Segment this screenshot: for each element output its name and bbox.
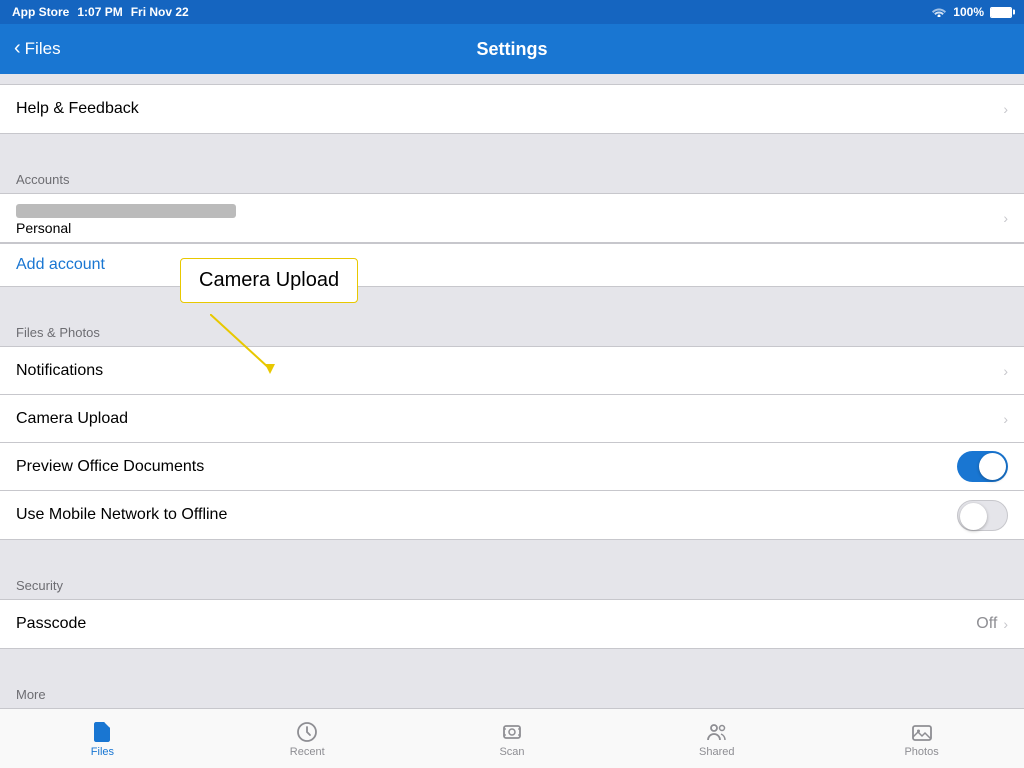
tab-scan[interactable]: Scan (410, 714, 615, 764)
personal-label: Personal (16, 220, 236, 236)
add-account-label: Add account (16, 256, 105, 274)
tooltip-arrow-svg (210, 314, 330, 374)
battery-label: 100% (953, 5, 984, 19)
tooltip-callout: Camera Upload (180, 258, 358, 303)
preview-office-toggle[interactable] (957, 451, 1008, 482)
account-name-blur (16, 204, 236, 218)
accounts-section-header: Accounts (0, 154, 1024, 193)
help-feedback-chevron-icon: › (1003, 101, 1008, 117)
personal-row[interactable]: Personal › (0, 194, 1024, 242)
notifications-label: Notifications (16, 362, 103, 380)
photos-icon (910, 720, 934, 744)
battery-icon (990, 7, 1012, 18)
app-store-label: App Store (12, 5, 69, 19)
passcode-row[interactable]: Passcode Off › (0, 600, 1024, 648)
page-title: Settings (476, 39, 547, 60)
back-chevron-icon: ‹ (14, 37, 21, 60)
help-feedback-row[interactable]: Help & Feedback › (0, 85, 1024, 133)
more-section-header: More (0, 669, 1024, 708)
help-feedback-group: Help & Feedback › (0, 84, 1024, 134)
camera-upload-row[interactable]: Camera Upload › (0, 395, 1024, 443)
mobile-network-toggle[interactable] (957, 500, 1008, 531)
tooltip-label: Camera Upload (199, 269, 339, 291)
passcode-value-right: Off › (976, 615, 1008, 633)
status-left: App Store 1:07 PM Fri Nov 22 (12, 5, 189, 19)
settings-content: Help & Feedback › Accounts Personal › Ad… (0, 74, 1024, 708)
tooltip-box: Camera Upload (180, 258, 358, 303)
tab-photos-label: Photos (904, 746, 938, 758)
back-button[interactable]: ‹ Files (14, 38, 61, 60)
preview-office-label: Preview Office Documents (16, 458, 204, 476)
security-section-header: Security (0, 560, 1024, 599)
toggle-thumb (979, 453, 1006, 480)
wifi-icon (931, 5, 947, 20)
tab-recent-label: Recent (290, 746, 325, 758)
notifications-row[interactable]: Notifications › (0, 347, 1024, 395)
tab-shared-label: Shared (699, 746, 734, 758)
tab-shared[interactable]: Shared (614, 714, 819, 764)
mobile-network-row[interactable]: Use Mobile Network to Offline (0, 491, 1024, 539)
tab-photos[interactable]: Photos (819, 714, 1024, 764)
tab-bar: Files Recent Scan Shared (0, 708, 1024, 768)
tab-recent[interactable]: Recent (205, 714, 410, 764)
accounts-group: Personal › (0, 193, 1024, 243)
personal-chevron-icon: › (1003, 210, 1008, 226)
security-group: Passcode Off › (0, 599, 1024, 649)
notifications-chevron-icon: › (1003, 363, 1008, 379)
mobile-network-label: Use Mobile Network to Offline (16, 506, 227, 524)
date-label: Fri Nov 22 (131, 5, 189, 19)
help-feedback-label: Help & Feedback (16, 100, 139, 118)
status-bar: App Store 1:07 PM Fri Nov 22 100% (0, 0, 1024, 24)
header: ‹ Files Settings (0, 24, 1024, 74)
status-right: 100% (931, 5, 1012, 20)
shared-icon (705, 720, 729, 744)
time-label: 1:07 PM (77, 5, 122, 19)
files-photos-group: Notifications › Camera Upload › Preview … (0, 346, 1024, 540)
passcode-value: Off (976, 615, 997, 633)
files-icon (90, 720, 114, 744)
add-account-row[interactable]: Add account (0, 243, 1024, 287)
tab-files-label: Files (91, 746, 114, 758)
camera-upload-chevron-icon: › (1003, 411, 1008, 427)
files-photos-section-header: Files & Photos (0, 307, 1024, 346)
scan-icon (500, 720, 524, 744)
preview-office-row[interactable]: Preview Office Documents (0, 443, 1024, 491)
recent-icon (295, 720, 319, 744)
tab-files[interactable]: Files (0, 714, 205, 764)
camera-upload-label: Camera Upload (16, 410, 128, 428)
back-label: Files (25, 39, 61, 59)
personal-row-left: Personal (16, 200, 236, 236)
toggle-thumb-off (960, 503, 987, 530)
tab-scan-label: Scan (499, 746, 524, 758)
passcode-label: Passcode (16, 615, 86, 633)
passcode-chevron-icon: › (1003, 616, 1008, 632)
